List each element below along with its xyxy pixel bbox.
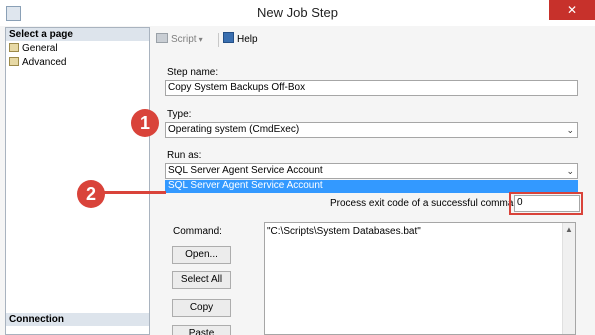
command-scrollbar[interactable]: ▲ <box>562 223 575 334</box>
page-item-advanced[interactable]: Advanced <box>9 56 66 69</box>
annotation-highlight-exit-code <box>509 192 583 215</box>
chevron-down-icon[interactable]: ▾ <box>199 35 203 44</box>
help-icon <box>223 32 234 43</box>
type-select[interactable]: Operating system (CmdExec) ⌄ <box>165 122 578 138</box>
annotation-badge-1: 1 <box>131 109 159 137</box>
select-page-pane: Select a page General Advanced Connectio… <box>5 27 150 335</box>
help-label: Help <box>237 34 258 45</box>
select-all-button[interactable]: Select All <box>172 271 231 289</box>
select-page-header: Select a page <box>6 28 149 41</box>
step-name-label: Step name: <box>167 67 219 78</box>
page-icon <box>9 43 19 52</box>
scroll-up-icon[interactable]: ▲ <box>563 224 575 236</box>
open-button[interactable]: Open... <box>172 246 231 264</box>
page-icon <box>9 57 19 66</box>
script-label: Script <box>171 34 197 45</box>
annotation-badge-2: 2 <box>77 180 105 208</box>
script-icon <box>156 33 168 43</box>
type-label: Type: <box>167 109 192 120</box>
run-as-label: Run as: <box>167 150 202 161</box>
chevron-down-icon[interactable]: ⌄ <box>566 164 574 178</box>
title-bar: New Job Step ✕ <box>0 0 595 26</box>
chevron-down-icon[interactable]: ⌄ <box>566 123 574 137</box>
step-name-input[interactable]: Copy System Backups Off-Box <box>165 80 578 96</box>
toolbar-separator <box>218 33 219 47</box>
command-text: "C:\Scripts\System Databases.bat" <box>267 226 421 237</box>
close-button[interactable]: ✕ <box>549 0 595 20</box>
exit-code-label: Process exit code of a successful comman… <box>330 198 528 209</box>
command-textarea[interactable]: "C:\Scripts\System Databases.bat" ▲ <box>264 222 576 335</box>
window-title: New Job Step <box>257 5 338 20</box>
page-item-label: General <box>22 43 58 54</box>
help-button[interactable]: Help <box>223 32 258 48</box>
type-select-value: Operating system (CmdExec) <box>168 124 300 135</box>
run-as-select-value: SQL Server Agent Service Account <box>168 165 323 176</box>
page-item-label: Advanced <box>22 57 67 68</box>
connection-header: Connection <box>6 313 149 326</box>
copy-button[interactable]: Copy <box>172 299 231 317</box>
paste-button[interactable]: Paste <box>172 325 231 335</box>
command-label: Command: <box>173 226 222 237</box>
new-job-step-window: New Job Step ✕ Select a page General Adv… <box>0 0 595 335</box>
annotation-arrow <box>104 191 166 194</box>
page-item-general[interactable]: General <box>9 42 58 55</box>
script-button[interactable]: Script ▾ <box>156 32 218 48</box>
run-as-select[interactable]: SQL Server Agent Service Account ⌄ <box>165 163 578 179</box>
